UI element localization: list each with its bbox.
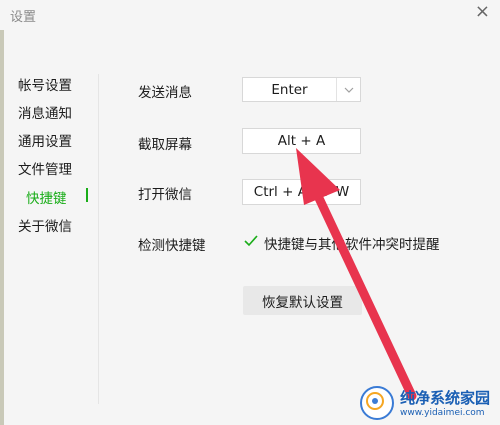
open-wechat-label: 打开微信: [138, 187, 192, 203]
sidebar-item-about[interactable]: 关于微信: [18, 215, 72, 235]
watermark-name: 纯净系统家园: [400, 389, 491, 407]
window-title: 设置: [10, 10, 37, 25]
settings-window: 设置 × 帐号设置 消息通知 通用设置 文件管理 快捷键 关于微信 发送消息 E…: [0, 0, 500, 425]
conflict-warning-label: 快捷键与其他软件冲突时提醒: [264, 237, 440, 253]
close-icon[interactable]: ×: [475, 2, 490, 22]
screenshot-shortcut-field[interactable]: Alt + A: [242, 128, 361, 154]
sidebar-divider: [98, 74, 99, 404]
watermark-url: www.yidaimei.com: [400, 408, 485, 418]
send-message-value: Enter: [271, 81, 308, 98]
detect-shortcut-label: 检测快捷键: [138, 238, 206, 254]
checkmark-icon: [244, 235, 258, 247]
sidebar-item-files[interactable]: 文件管理: [18, 158, 72, 178]
annotation-arrow: [296, 148, 417, 401]
site-watermark: 纯净系统家园 www.yidaimei.com: [360, 380, 500, 425]
screenshot-label: 截取屏幕: [138, 137, 192, 153]
send-message-dropdown[interactable]: Enter: [242, 77, 361, 102]
chevron-down-icon: [336, 78, 360, 101]
sidebar-item-notifications[interactable]: 消息通知: [18, 102, 72, 122]
sidebar-item-general[interactable]: 通用设置: [18, 130, 72, 150]
send-message-label: 发送消息: [138, 85, 192, 101]
watermark-logo-icon: [360, 385, 394, 420]
window-edge: [0, 30, 4, 425]
reset-defaults-button[interactable]: 恢复默认设置: [243, 286, 362, 315]
open-wechat-shortcut-field[interactable]: Ctrl + Alt + W: [242, 179, 361, 205]
sidebar-item-shortcuts[interactable]: 快捷键: [26, 187, 67, 207]
conflict-warning-checkbox[interactable]: [243, 233, 259, 249]
sidebar-item-account[interactable]: 帐号设置: [18, 74, 72, 94]
active-indicator: [86, 188, 88, 202]
